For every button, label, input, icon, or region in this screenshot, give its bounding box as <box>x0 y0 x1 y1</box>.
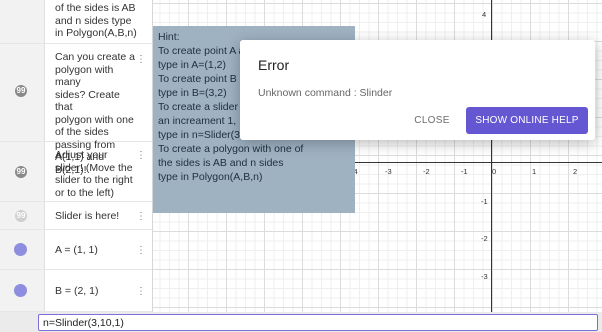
algebra-item-text[interactable]: 99 Adjust your slider! (Move the slider … <box>0 142 152 202</box>
show-online-help-button[interactable]: SHOW ONLINE HELP <box>466 107 588 134</box>
algebra-item-label: A = (1, 1) <box>55 244 98 256</box>
more-options-icon[interactable]: ⋮ <box>136 246 146 256</box>
item-marker: 99 <box>0 142 45 201</box>
input-bar <box>0 312 602 332</box>
algebra-item-label: Adjust your slider! (Move the slider to … <box>55 149 133 199</box>
algebra-item-text[interactable]: of the sides is AB and n sides type in P… <box>0 0 152 44</box>
algebra-item-point[interactable]: B = (2, 1) ⋮ <box>0 270 152 312</box>
more-options-icon[interactable]: ⋮ <box>136 55 146 65</box>
algebra-view: of the sides is AB and n sides type in P… <box>0 0 153 312</box>
algebra-item-label: B = (2, 1) <box>55 285 99 297</box>
item-marker: 99 <box>0 202 45 229</box>
point-visibility-icon[interactable] <box>14 243 27 256</box>
x-tick-label: -1 <box>461 167 468 176</box>
item-marker: 99 <box>0 44 45 141</box>
algebra-item-label: Slider is here! <box>55 210 120 222</box>
x-tick-label: -2 <box>423 167 430 176</box>
algebra-item-text[interactable]: 99 Slider is here! ⋮ <box>0 202 152 230</box>
more-options-icon[interactable]: ⋮ <box>136 287 146 297</box>
hint-line: To create a polygon with one of <box>158 143 304 155</box>
x-tick-label: -3 <box>385 167 392 176</box>
y-tick-label: 4 <box>482 10 487 19</box>
more-options-icon[interactable]: ⋮ <box>136 151 146 161</box>
hint-line: the sides is AB and n sides <box>158 157 284 169</box>
command-input[interactable] <box>38 314 598 331</box>
algebra-item-label: of the sides is AB and n sides type in P… <box>55 2 137 39</box>
more-options-icon[interactable]: ⋮ <box>136 212 146 222</box>
item-marker <box>0 230 45 269</box>
dialog-title: Error <box>258 57 290 73</box>
y-tick-label: -3 <box>481 272 488 281</box>
point-visibility-icon[interactable] <box>14 284 27 297</box>
dialog-message: Unknown command : Slinder <box>258 87 393 99</box>
text-object-icon[interactable]: 99 <box>15 85 27 97</box>
text-object-icon[interactable]: 99 <box>15 166 27 178</box>
close-button[interactable]: CLOSE <box>408 108 456 132</box>
algebra-item-text[interactable]: 99 Can you create a polygon with many si… <box>0 44 152 176</box>
text-object-icon[interactable]: 99 <box>15 210 27 222</box>
item-marker <box>0 0 45 43</box>
y-tick-label: -1 <box>481 197 488 206</box>
x-tick-label: 1 <box>532 167 537 176</box>
hint-line: type in Polygon(A,B,n) <box>158 171 263 183</box>
algebra-item-point[interactable]: A = (1, 1) ⋮ <box>0 230 152 270</box>
x-tick-label: 2 <box>573 167 578 176</box>
item-marker <box>0 270 45 311</box>
x-tick-label: 0 <box>492 167 497 176</box>
y-tick-label: -2 <box>481 234 488 243</box>
error-dialog: Error Unknown command : Slinder CLOSE SH… <box>240 40 595 140</box>
